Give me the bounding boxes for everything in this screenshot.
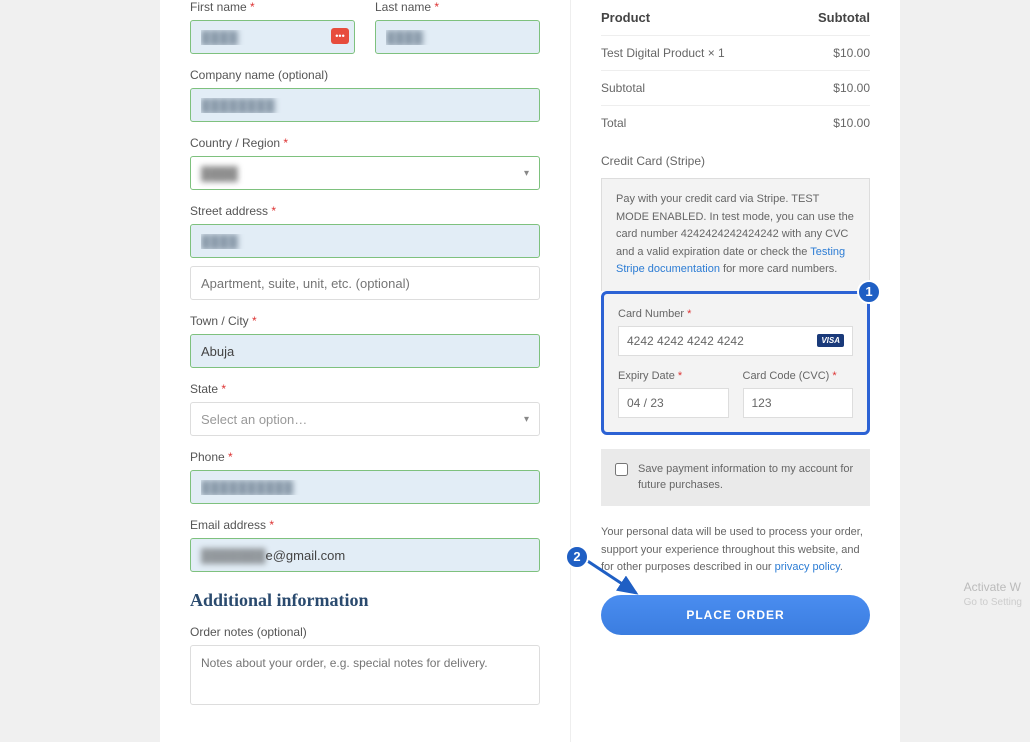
company-label: Company name (optional)	[190, 68, 540, 82]
email-label: Email address *	[190, 518, 540, 532]
phone-input[interactable]	[190, 470, 540, 504]
privacy-policy-link[interactable]: privacy policy	[775, 561, 840, 573]
card-number-input[interactable]: 4242 4242 4242 4242 VISA	[618, 326, 853, 356]
chevron-down-icon: ▾	[524, 414, 529, 425]
save-payment-text: Save payment information to my account f…	[638, 461, 856, 494]
order-header-row: Product Subtotal	[601, 0, 870, 35]
state-select[interactable]: Select an option… ▾	[190, 402, 540, 436]
cvc-label: Card Code (CVC) *	[743, 370, 854, 382]
expiry-label: Expiry Date *	[618, 370, 729, 382]
company-input[interactable]	[190, 88, 540, 122]
save-payment-box: Save payment information to my account f…	[601, 449, 870, 506]
annotation-badge-1: 1	[857, 280, 881, 304]
product-header: Product	[601, 10, 650, 25]
annotation-arrow-icon	[581, 555, 651, 605]
windows-activation-watermark: Activate W Go to Setting	[964, 579, 1022, 610]
last-name-input[interactable]	[375, 20, 540, 54]
city-label: Town / City *	[190, 314, 540, 328]
save-payment-checkbox[interactable]	[615, 463, 628, 476]
first-name-label: First name *	[190, 0, 355, 14]
additional-heading: Additional information	[190, 590, 540, 611]
autofill-icon: •••	[331, 28, 349, 44]
city-input[interactable]	[190, 334, 540, 368]
state-label: State *	[190, 382, 540, 396]
stripe-info-box: Pay with your credit card via Stripe. TE…	[601, 178, 870, 291]
annotation-badge-2: 2	[565, 545, 589, 569]
street1-input[interactable]	[190, 224, 540, 258]
cvc-input[interactable]: 123	[743, 388, 854, 418]
notes-label: Order notes (optional)	[190, 625, 540, 639]
order-subtotal-row: Subtotal $10.00	[601, 70, 870, 105]
card-number-label: Card Number *	[618, 308, 853, 320]
street-label: Street address *	[190, 204, 540, 218]
street2-input[interactable]	[190, 266, 540, 300]
phone-label: Phone *	[190, 450, 540, 464]
chevron-down-icon: ▾	[524, 168, 529, 179]
expiry-input[interactable]: 04 / 23	[618, 388, 729, 418]
order-line-item: Test Digital Product × 1 $10.00	[601, 35, 870, 70]
email-input[interactable]: ███████e@gmail.com	[190, 538, 540, 572]
last-name-label: Last name *	[375, 0, 540, 14]
payment-method-label: Credit Card (Stripe)	[601, 154, 870, 168]
country-select[interactable]: ████ ▾	[190, 156, 540, 190]
visa-icon: VISA	[817, 334, 844, 347]
country-label: Country / Region *	[190, 136, 540, 150]
order-total-row: Total $10.00	[601, 105, 870, 140]
order-notes-input[interactable]	[190, 645, 540, 705]
subtotal-header: Subtotal	[818, 10, 870, 25]
card-form-section: 1 Card Number * 4242 4242 4242 4242 VISA…	[601, 291, 870, 435]
